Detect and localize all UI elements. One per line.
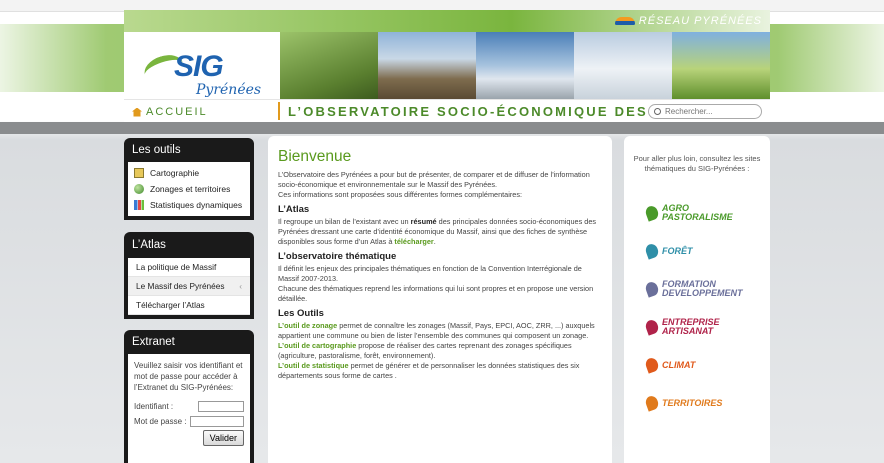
observatory-text-2: Chacune des thématiques reprend les info…: [278, 284, 594, 303]
theme-agro-pastoralisme[interactable]: AGRO PASTORALISME: [643, 200, 770, 226]
login-label: Identifiant :: [134, 402, 174, 411]
atlas-text-end: .: [433, 237, 436, 246]
divider: [278, 102, 280, 120]
atlas-item-massif[interactable]: Le Massif des Pyrénées ‹: [128, 277, 250, 296]
home-label: ACCUEIL: [146, 106, 208, 118]
header-nav: ACCUEIL L’OBSERVATOIRE SOCIO-ÉCONOMIQUE …: [124, 99, 770, 122]
thematic-sites-panel: Pour aller plus loin, consultez les site…: [624, 136, 770, 463]
extranet-panel: Extranet Veuillez saisir vos identifiant…: [124, 330, 254, 463]
atlas-list: La politique de Massif Le Massif des Pyr…: [128, 258, 250, 315]
chevron-left-icon: ‹: [239, 281, 242, 291]
password-input[interactable]: [190, 416, 244, 427]
theme-territoires[interactable]: TERRITOIRES: [643, 390, 770, 416]
home-icon: [132, 107, 142, 117]
theme-label: FORÊT: [662, 245, 693, 256]
atlas-heading: L’Atlas: [278, 204, 310, 215]
reseau-pyrenees-link[interactable]: RÉSEAU PYRÉNÉES: [614, 15, 762, 27]
map-icon: [134, 168, 144, 178]
intro-text-2: Ces informations sont proposées sous dif…: [278, 190, 523, 199]
tool-cartographie[interactable]: Cartographie: [128, 165, 250, 181]
atlas-bold: résumé: [410, 217, 437, 226]
tool-label: Statistiques dynamiques: [150, 200, 243, 210]
globe-icon: [134, 184, 144, 194]
extranet-panel-title: Extranet: [132, 336, 175, 348]
tool-label: Cartographie: [150, 168, 200, 178]
leaf-icon: [643, 356, 661, 374]
atlas-item-telecharger[interactable]: Télécharger l’Atlas: [128, 296, 250, 315]
zonage-tool-link[interactable]: L’outil de zonage: [278, 321, 337, 330]
observatory-heading: L’observatoire thématique: [278, 251, 397, 262]
tool-statistique-paragraph: L’outil de statistique permet de générer…: [278, 361, 602, 381]
tool-label: Zonages et territoires: [150, 184, 231, 194]
login-row: Identifiant :: [134, 401, 244, 412]
theme-line2: PASTORALISME: [662, 212, 733, 222]
leaf-icon: [643, 318, 661, 336]
tool-zonage-paragraph: L’outil de zonage permet de connaître le…: [278, 321, 602, 341]
download-atlas-link[interactable]: télécharger: [394, 237, 433, 246]
cartographie-tool-link[interactable]: L’outil de cartographie: [278, 341, 356, 350]
atlas-item-label: Le Massif des Pyrénées: [136, 281, 225, 291]
theme-label: AGRO PASTORALISME: [662, 204, 733, 222]
reseau-logo-icon: [614, 17, 635, 25]
tools-panel: Les outils Cartographie Zonages et terri…: [124, 138, 254, 220]
password-row: Mot de passe :: [134, 416, 244, 427]
chart-icon: [134, 200, 144, 210]
observatory-text: Il définit les enjeux des principales th…: [278, 264, 582, 283]
logo-subtitle: Pyrénées: [196, 82, 262, 98]
theme-label: TERRITOIRES: [662, 397, 723, 408]
tools-heading: Les Outils: [278, 308, 324, 319]
password-label: Mot de passe :: [134, 417, 187, 426]
banner-photo-snow: [574, 32, 672, 99]
logo-text: SIG: [174, 50, 224, 83]
tool-statistiques[interactable]: Statistiques dynamiques: [128, 197, 250, 213]
leaf-icon: [643, 280, 661, 298]
grey-separator-band: [0, 122, 884, 134]
theme-climat[interactable]: CLIMAT: [643, 352, 770, 378]
atlas-text: Il regroupe un bilan de l’existant avec …: [278, 217, 411, 226]
banner-photo-observatory: [476, 32, 574, 99]
tools-list: Cartographie Zonages et territoires Stat…: [128, 162, 250, 216]
site-header: RÉSEAU PYRÉNÉES SIG Pyrénées ACCUEIL L’O…: [124, 10, 770, 122]
theme-line2: ARTISANAT: [662, 326, 714, 336]
banner-photo-valley: [672, 32, 770, 99]
theme-formation-developpement[interactable]: FORMATION DEVELOPPEMENT: [643, 276, 770, 302]
extranet-form: Veuillez saisir vos identifiant et mot d…: [128, 354, 250, 463]
home-link[interactable]: ACCUEIL: [132, 106, 208, 118]
leaf-icon: [643, 204, 661, 222]
page-title: Bienvenue: [278, 148, 352, 165]
search-icon: [654, 108, 661, 115]
login-input[interactable]: [198, 401, 244, 412]
header-photo-banner: [280, 32, 770, 99]
theme-line2: DEVELOPPEMENT: [662, 288, 743, 298]
thematic-intro: Pour aller plus loin, consultez les site…: [633, 154, 761, 173]
leaf-icon: [643, 394, 661, 412]
leaf-icon: [643, 242, 661, 260]
sig-pyrenees-logo[interactable]: SIG Pyrénées: [140, 44, 264, 104]
banner-photo-chamois: [378, 32, 476, 99]
intro-text: L’Observatoire des Pyrénées a pour but d…: [278, 170, 590, 189]
atlas-panel-title: L’Atlas: [132, 239, 166, 251]
extranet-intro: Veuillez saisir vos identifiant et mot d…: [134, 361, 243, 392]
validate-button[interactable]: Valider: [202, 430, 244, 446]
theme-label: FORMATION DEVELOPPEMENT: [662, 280, 743, 298]
main-content: Bienvenue L’Observatoire des Pyrénées a …: [268, 136, 612, 463]
search-input[interactable]: [648, 104, 762, 119]
theme-entreprise-artisanat[interactable]: ENTREPRISE ARTISANAT: [643, 314, 770, 340]
theme-foret[interactable]: FORÊT: [643, 238, 770, 264]
tool-cartographie-paragraph: L’outil de cartographie propose de réali…: [278, 341, 602, 361]
reseau-label: RÉSEAU PYRÉNÉES: [638, 15, 762, 27]
statistique-tool-link[interactable]: L’outil de statistique: [278, 361, 349, 370]
atlas-item-politique[interactable]: La politique de Massif: [128, 258, 250, 277]
tools-panel-title: Les outils: [132, 144, 181, 156]
theme-label: CLIMAT: [662, 359, 696, 370]
tool-zonages[interactable]: Zonages et territoires: [128, 181, 250, 197]
banner-photo-pasture: [280, 32, 378, 99]
atlas-panel: L’Atlas La politique de Massif Le Massif…: [124, 232, 254, 319]
theme-label: ENTREPRISE ARTISANAT: [662, 318, 720, 336]
atlas-paragraph: Il regroupe un bilan de l’existant avec …: [278, 217, 602, 247]
